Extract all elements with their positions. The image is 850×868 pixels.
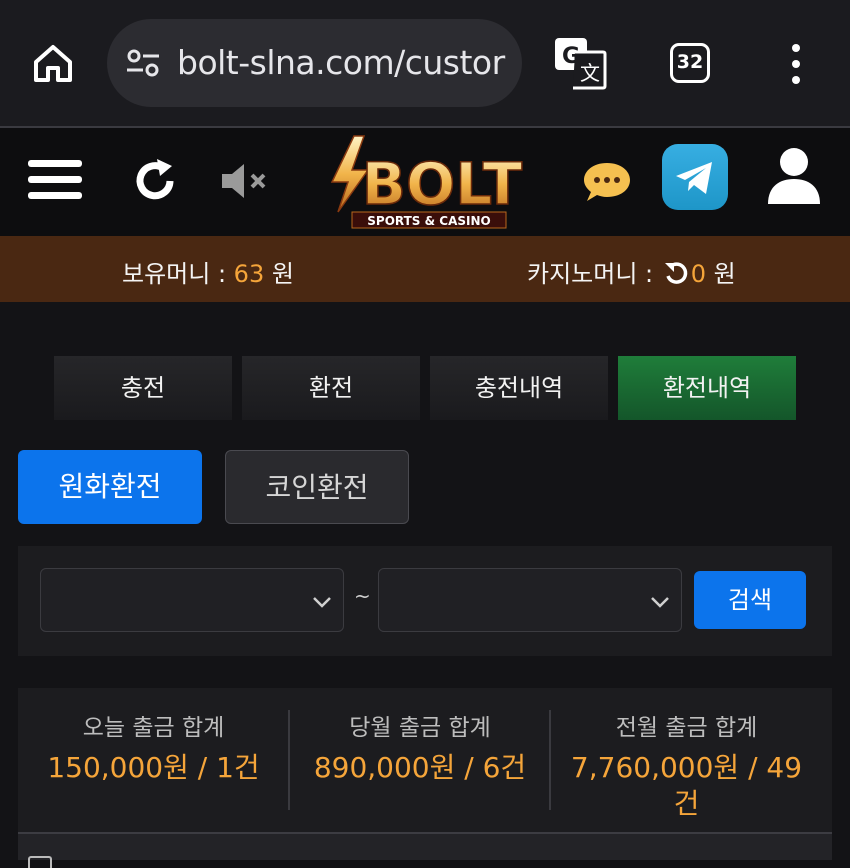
tab-switcher-button[interactable]: 32 bbox=[670, 43, 710, 83]
browser-toolbar: bolt-slna.com/custor G 文 32 bbox=[0, 0, 850, 126]
tab-deposit-history[interactable]: 충전내역 bbox=[430, 356, 608, 420]
date-filter: ~ 검색 bbox=[18, 546, 832, 656]
krw-withdraw-button[interactable]: 원화환전 bbox=[18, 450, 202, 524]
stat-label: 당월 출금 합계 bbox=[349, 715, 491, 741]
holding-value: 63 bbox=[233, 260, 265, 288]
logo-sub-text: SPORTS & CASINO bbox=[367, 214, 490, 228]
chat-icon[interactable] bbox=[582, 160, 632, 204]
refresh-icon[interactable] bbox=[130, 156, 180, 206]
stat-value: 150,000원 / 1건 bbox=[47, 751, 260, 784]
balance-bar: 보유머니 : 63 원 카지노머니 : 0 원 bbox=[0, 236, 850, 302]
stat-this-month: 당월 출금 합계 890,000원 / 6건 bbox=[290, 688, 550, 786]
stat-today: 오늘 출금 합계 150,000원 / 1건 bbox=[18, 688, 289, 786]
stat-label: 오늘 출금 합계 bbox=[82, 715, 225, 741]
stat-value: 7,760,000원 / 49 건 bbox=[570, 751, 803, 820]
bolt-logo[interactable]: BOLT SPORTS & CASINO bbox=[318, 132, 538, 232]
search-button[interactable]: 검색 bbox=[694, 571, 806, 629]
telegram-icon[interactable] bbox=[662, 144, 728, 210]
select-all-checkbox[interactable] bbox=[28, 856, 52, 868]
main-content: 충전 환전 충전내역 환전내역 원화환전 코인환전 ~ 검색 오늘 출금 합계 … bbox=[0, 302, 850, 868]
casino-money: 카지노머니 : 0 원 bbox=[527, 260, 736, 288]
svg-text:文: 文 bbox=[580, 61, 600, 85]
address-bar[interactable]: bolt-slna.com/custor bbox=[107, 19, 522, 107]
refresh-casino-icon[interactable] bbox=[663, 260, 689, 286]
range-separator: ~ bbox=[354, 584, 371, 608]
chevron-down-icon bbox=[651, 597, 669, 608]
home-icon[interactable] bbox=[30, 40, 76, 86]
tab-withdraw[interactable]: 환전 bbox=[242, 356, 420, 420]
user-icon[interactable] bbox=[766, 146, 822, 206]
casino-value: 0 bbox=[690, 260, 707, 288]
stat-value: 890,000원 / 6건 bbox=[313, 751, 527, 784]
more-menu-icon[interactable] bbox=[785, 42, 807, 86]
menu-icon[interactable] bbox=[28, 158, 82, 202]
site-settings-icon[interactable] bbox=[125, 47, 161, 79]
chevron-down-icon bbox=[313, 597, 331, 608]
tab-deposit[interactable]: 충전 bbox=[54, 356, 232, 420]
url-text: bolt-slna.com/custor bbox=[177, 43, 505, 82]
holding-money: 보유머니 : 63 원 bbox=[122, 260, 294, 288]
start-date-select[interactable] bbox=[40, 568, 344, 632]
site-header: BOLT SPORTS & CASINO bbox=[0, 128, 850, 236]
stat-last-month: 전월 출금 합계 7,760,000원 / 49 건 bbox=[551, 688, 822, 822]
stat-label: 전월 출금 합계 bbox=[615, 715, 758, 741]
end-date-select[interactable] bbox=[378, 568, 682, 632]
coin-withdraw-button[interactable]: 코인환전 bbox=[225, 450, 409, 524]
translate-icon[interactable]: G 文 bbox=[553, 36, 607, 90]
mute-icon[interactable] bbox=[218, 162, 270, 200]
logo-main-text: BOLT bbox=[362, 150, 523, 218]
history-table-header bbox=[18, 832, 832, 868]
withdraw-summary: 오늘 출금 합계 150,000원 / 1건 당월 출금 합계 890,000원… bbox=[18, 688, 832, 836]
tab-withdraw-history[interactable]: 환전내역 bbox=[618, 356, 796, 420]
